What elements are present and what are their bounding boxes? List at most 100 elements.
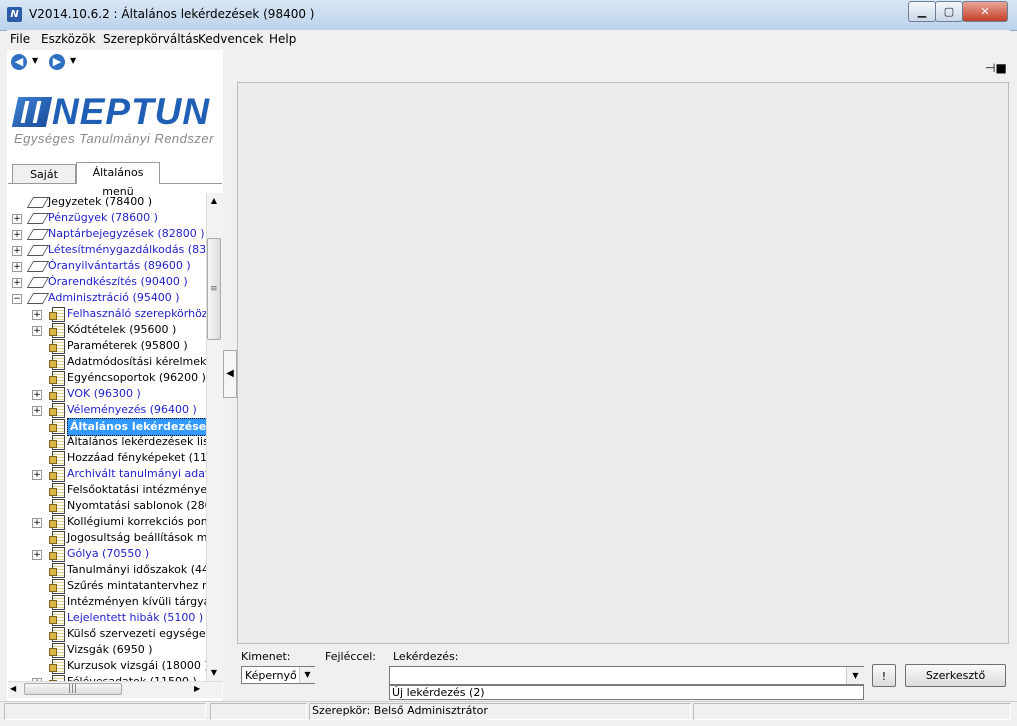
expand-icon[interactable]: +: [12, 230, 22, 240]
form-icon: [49, 323, 65, 338]
form-icon: [49, 643, 65, 658]
tree-item-label: Egyéncsoportok (96200 ): [67, 371, 206, 384]
tree-item[interactable]: Felsőoktatási intézmények list: [8, 482, 222, 498]
chevron-down-icon[interactable]: ▼: [299, 667, 315, 683]
forward-dropdown-icon[interactable]: ▼: [70, 56, 76, 65]
maximize-button[interactable]: ▢: [935, 1, 963, 22]
tree-item[interactable]: − Adminisztráció (95400 ): [8, 290, 206, 306]
tree-item-label: Szűrés mintatantervhez rende: [67, 579, 222, 592]
dropdown-option[interactable]: Új lekérdezés (2): [392, 686, 485, 699]
menu-kedvencek[interactable]: Kedvencek: [198, 32, 263, 46]
expand-icon[interactable]: +: [32, 406, 42, 416]
tree-item[interactable]: Adatmódosítási kérelmek (960: [8, 354, 222, 370]
tree-item[interactable]: + Pénzügyek (78600 ): [8, 210, 206, 226]
result-grid-area[interactable]: [237, 82, 1009, 644]
tree-item[interactable]: + Óranyilvántartás (89600 ): [8, 258, 206, 274]
form-icon: [49, 659, 65, 674]
pin-icon[interactable]: ⊣■: [985, 61, 1007, 75]
menu-szerepkorvaltas[interactable]: Szerepkörváltás: [103, 32, 199, 46]
forward-arrow-icon[interactable]: ▶: [49, 54, 65, 70]
tree-item[interactable]: Hozzáad fényképeket (11400: [8, 450, 222, 466]
book-icon: [26, 277, 50, 288]
expand-icon[interactable]: +: [12, 262, 22, 272]
tree-item-label: Adatmódosítási kérelmek (960: [67, 355, 222, 368]
tree-item-label: Általános lekérdezések listája: [67, 435, 222, 448]
book-icon: [26, 229, 50, 240]
expand-icon[interactable]: +: [32, 390, 42, 400]
expand-icon[interactable]: +: [32, 470, 42, 480]
exclamation-button[interactable]: !: [872, 664, 896, 687]
kimenet-value: Képernyő: [245, 669, 297, 682]
expand-icon[interactable]: +: [32, 518, 42, 528]
tree-item[interactable]: + Létesítménygazdálkodás (83400: [8, 242, 222, 258]
tree-item-label: Hozzáad fényképeket (11400: [67, 451, 222, 464]
scroll-left-icon[interactable]: ◀: [10, 681, 16, 697]
tree-item-label: Vizsgák (6950 ): [67, 643, 153, 656]
tree-item[interactable]: + Véleményezés (96400 ): [8, 402, 206, 418]
close-button[interactable]: ✕: [962, 1, 1008, 22]
expand-icon[interactable]: +: [12, 246, 22, 256]
tree-item[interactable]: Intézményen kívüli tárgyak (4: [8, 594, 222, 610]
tree-item-label: Lejelentett hibák (5100 ): [67, 611, 204, 624]
grip-icon: |||: [68, 684, 78, 694]
expand-icon[interactable]: +: [32, 550, 42, 560]
tree-item-label: Kódtételek (95600 ): [67, 323, 177, 336]
tree-item[interactable]: + Felhasználó szerepkörhöz ren: [8, 306, 222, 322]
lekerdezes-select[interactable]: [389, 666, 864, 685]
tree-item[interactable]: + Archivált tanulmányi adatok (2: [8, 466, 222, 482]
tree-item[interactable]: + Kollégiumi korrekciós pontok (: [8, 514, 222, 530]
tree-item-label: Intézményen kívüli tárgyak (4: [67, 595, 222, 608]
expand-icon[interactable]: +: [32, 326, 42, 336]
tree-item[interactable]: Egyéncsoportok (96200 ): [8, 370, 206, 386]
form-icon: [49, 595, 65, 610]
tree-item[interactable]: + Órarendkészítés (90400 ): [8, 274, 206, 290]
scroll-down-icon[interactable]: ▼: [206, 665, 222, 681]
tree-item-label: Nyomtatási sablonok (280000: [67, 499, 222, 512]
tree-item[interactable]: + Naptárbejegyzések (82800 ): [8, 226, 206, 242]
expand-icon[interactable]: +: [32, 310, 42, 320]
expand-icon[interactable]: +: [12, 214, 22, 224]
tree-item[interactable]: Külső szervezeti egységek (68: [8, 626, 222, 642]
menu-file[interactable]: File: [10, 32, 30, 46]
tree-item-label: Jogosultság beállítások megte: [67, 531, 222, 544]
collapse-icon[interactable]: −: [12, 294, 22, 304]
tree-item[interactable]: Kurzusok vizsgái (18000 ): [8, 658, 209, 674]
status-panel: [693, 703, 1011, 720]
tree-item[interactable]: Általános lekérdezések (: [8, 418, 222, 436]
tree-item-label: Kollégiumi korrekciós pontok (: [67, 515, 222, 528]
back-arrow-icon[interactable]: ◀: [11, 54, 27, 70]
tree-item[interactable]: + Kódtételek (95600 ): [8, 322, 206, 338]
neptun-logo-icon: [11, 97, 53, 127]
tree-item[interactable]: Tanulmányi időszakok (4450: [8, 562, 222, 578]
chevron-down-icon[interactable]: ▼: [846, 667, 864, 684]
status-panel: [210, 703, 307, 720]
tree-item[interactable]: Jogosultság beállítások megte: [8, 530, 222, 546]
book-icon: [26, 245, 50, 256]
form-icon: [49, 579, 65, 594]
szerkeszto-button[interactable]: Szerkesztő: [905, 664, 1006, 687]
scroll-up-icon[interactable]: ▲: [206, 193, 222, 209]
form-icon: [49, 563, 65, 578]
menu-help[interactable]: Help: [269, 32, 296, 46]
tree-item[interactable]: + VOK (96300 ): [8, 386, 206, 402]
tree-item[interactable]: Paraméterek (95800 ): [8, 338, 206, 354]
minimize-button[interactable]: ▁: [908, 1, 936, 22]
collapse-panel-icon[interactable]: ◀: [223, 350, 237, 398]
back-dropdown-icon[interactable]: ▼: [32, 56, 38, 65]
tree-item[interactable]: Általános lekérdezések listája: [8, 434, 222, 450]
scroll-right-icon[interactable]: ▶: [194, 681, 200, 697]
tree-item-label: Véleményezés (96400 ): [67, 403, 197, 416]
tree-item[interactable]: Nyomtatási sablonok (280000: [8, 498, 222, 514]
form-icon: [49, 499, 65, 514]
tab-sajat-menu[interactable]: Saját menü: [12, 164, 76, 200]
expand-icon[interactable]: +: [12, 278, 22, 288]
menu-eszkozok[interactable]: Eszközök: [41, 32, 96, 46]
form-icon: [49, 387, 65, 402]
book-icon: [26, 213, 50, 224]
tree-item[interactable]: Vizsgák (6950 ): [8, 642, 206, 658]
tree-item[interactable]: Lejelentett hibák (5100 ): [8, 610, 206, 626]
tab-altalanos-menu[interactable]: Általános menü: [76, 162, 160, 198]
tree-item[interactable]: + Gólya (70550 ): [8, 546, 206, 562]
role-status: Szerepkör: Belső Adminisztrátor: [312, 704, 488, 717]
tree-item[interactable]: Szűrés mintatantervhez rende: [8, 578, 222, 594]
